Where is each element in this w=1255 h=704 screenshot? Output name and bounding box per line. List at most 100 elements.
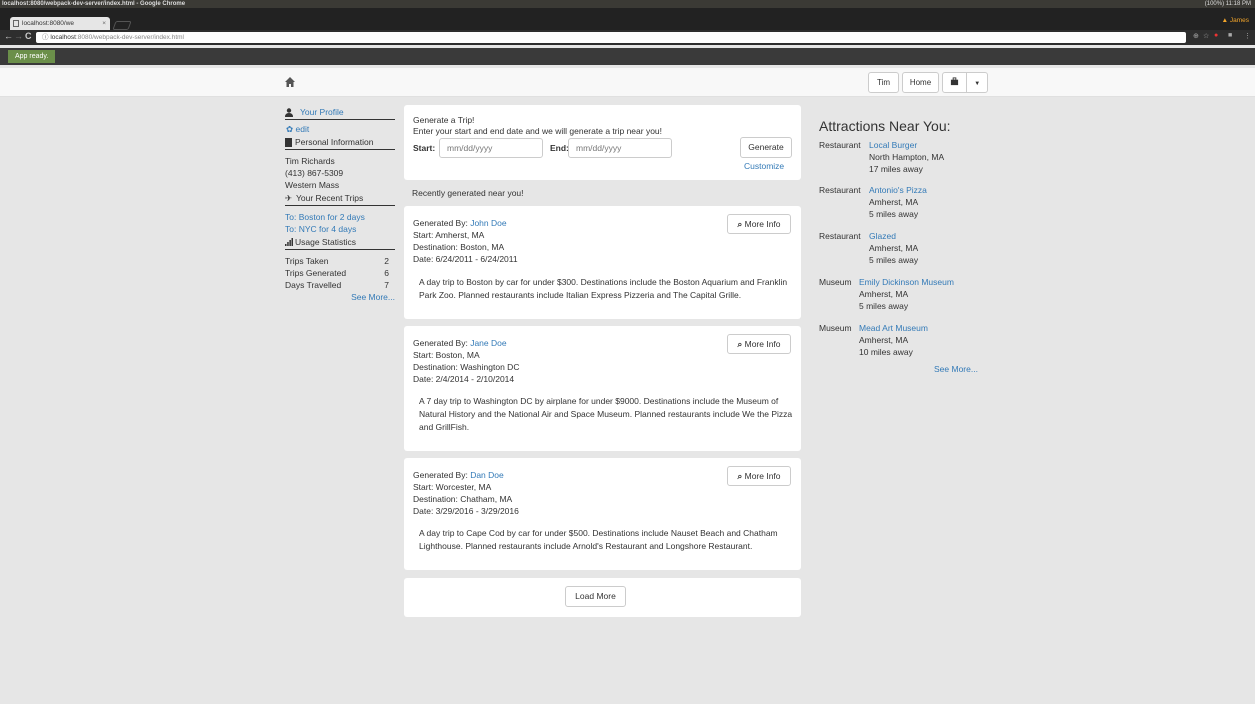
reload-icon[interactable]: C (25, 31, 32, 41)
bookmark-star-icon[interactable]: ☆ (1203, 32, 1209, 40)
generated-by-label: Generated By: (413, 338, 468, 348)
profile-header[interactable]: Your Profile (285, 106, 395, 120)
attraction-location: North Hampton, MA (869, 152, 945, 162)
window-title: localhost:8080/webpack-dev-server/index.… (2, 1, 186, 7)
recent-trip-link[interactable]: To: Boston for 2 days (285, 211, 395, 223)
stat-row: Days Travelled 7 (285, 279, 395, 291)
new-tab-button[interactable] (112, 21, 132, 30)
forward-icon[interactable]: → (14, 31, 23, 41)
attraction-link[interactable]: Glazed (869, 230, 918, 242)
zoom-icon[interactable]: ⊕ (1193, 32, 1199, 40)
start-date-input[interactable]: mm/dd/yyyy (439, 138, 543, 158)
author-link[interactable]: Jane Doe (470, 338, 506, 348)
stat-value: 2 (384, 256, 389, 266)
search-icon: ⌕ (737, 471, 743, 481)
customize-link[interactable]: Customize (744, 161, 784, 171)
attraction-link[interactable]: Local Burger (869, 139, 944, 151)
stats-see-more-link[interactable]: See More... (285, 291, 395, 303)
account-dropdown[interactable]: ▼ (942, 72, 988, 93)
status-message: App ready. (8, 50, 56, 63)
extension-icon[interactable]: ■ (1228, 32, 1232, 39)
generated-by-label: Generated By: (413, 470, 468, 480)
load-more-card: Load More (404, 578, 801, 617)
signal-bars-icon (285, 238, 293, 246)
attraction-type: Museum (819, 323, 852, 333)
attraction-link[interactable]: Antonio's Pizza (869, 184, 927, 196)
trip-description: A day trip to Cape Cod by car for under … (419, 528, 778, 551)
profile-link[interactable]: Your Profile (300, 107, 344, 117)
profile-phone: (413) 867-5309 (285, 168, 344, 178)
profile-button[interactable]: ▲ James (1222, 17, 1249, 24)
user-icon (285, 108, 293, 117)
edit-label: edit (295, 124, 310, 134)
attraction-link[interactable]: Emily Dickinson Museum (859, 276, 954, 288)
more-info-label: More Info (744, 219, 781, 229)
more-info-button[interactable]: ⌕ More Info (727, 466, 791, 486)
stat-row: Trips Generated 6 (285, 267, 395, 279)
more-info-label: More Info (744, 471, 781, 481)
stat-value: 7 (384, 280, 389, 290)
more-info-button[interactable]: ⌕ More Info (727, 334, 791, 354)
profile-region: Western Mass (285, 180, 340, 190)
page-icon (13, 20, 19, 27)
user-button[interactable]: Tim (868, 72, 899, 93)
gear-icon: ✿ (286, 124, 294, 134)
attraction-distance: 5 miles away (859, 301, 909, 311)
recent-trips-label: Your Recent Trips (296, 193, 364, 203)
search-icon: ⌕ (737, 339, 743, 349)
recent-trip-link[interactable]: To: NYC for 4 days (285, 223, 395, 235)
attraction-type: Restaurant (819, 231, 861, 241)
attractions-see-more-link[interactable]: See More... (934, 364, 978, 374)
personal-info-header: Personal Information (285, 136, 395, 150)
trip-date: Date: 6/24/2011 - 6/24/2011 (413, 254, 518, 264)
more-info-label: More Info (744, 339, 781, 349)
generate-trip-card: Generate a Trip! Enter your start and en… (404, 105, 801, 180)
trip-card: Generated By: John Doe Start: Amherst, M… (404, 206, 801, 319)
author-link[interactable]: Dan Doe (470, 470, 504, 480)
attraction-type: Restaurant (819, 185, 861, 195)
generate-subtitle: Enter your start and end date and we wil… (413, 126, 663, 136)
trip-card: Generated By: Dan Doe Start: Worcester, … (404, 458, 801, 570)
stat-label: Days Travelled (285, 280, 342, 290)
attraction-link[interactable]: Mead Art Museum (859, 322, 928, 334)
home-icon[interactable] (284, 76, 296, 88)
usage-stats-header: Usage Statistics (285, 236, 395, 250)
extension-icon[interactable]: ● (1214, 32, 1218, 39)
browser-tab[interactable]: localhost:8080/we × (10, 17, 110, 30)
os-title-bar: localhost:8080/webpack-dev-server/index.… (0, 0, 1255, 8)
trip-date: Date: 2/4/2014 - 2/10/2014 (413, 374, 515, 384)
author-link[interactable]: John Doe (470, 218, 506, 228)
load-more-button[interactable]: Load More (565, 586, 626, 607)
address-bar[interactable]: ⓘ localhost:8080/webpack-dev-server/inde… (36, 32, 1186, 43)
home-button[interactable]: Home (902, 72, 939, 93)
stat-value: 6 (384, 268, 389, 278)
trip-description: A day trip to Boston by car for under $3… (419, 277, 788, 300)
trip-date: Date: 3/29/2016 - 3/29/2016 (413, 506, 519, 516)
attraction-location: Amherst, MA (859, 289, 909, 299)
trip-description: A 7 day trip to Washington DC by airplan… (419, 396, 793, 432)
plane-icon: ✈ (285, 193, 293, 203)
attraction-type: Restaurant (819, 140, 861, 150)
back-icon[interactable]: ← (4, 31, 13, 41)
recent-trips-header: ✈ Your Recent Trips (285, 192, 395, 206)
generated-by-label: Generated By: (413, 218, 468, 228)
stat-row: Trips Taken 2 (285, 255, 395, 267)
menu-icon[interactable]: ⋮ (1244, 32, 1251, 40)
generate-button[interactable]: Generate (740, 137, 792, 158)
end-label: End: (550, 143, 569, 153)
edit-link[interactable]: ✿ edit (285, 123, 395, 135)
attraction-type: Museum (819, 277, 852, 287)
search-icon: ⌕ (737, 219, 743, 229)
close-icon[interactable]: × (102, 17, 106, 30)
trip-destination: Destination: Boston, MA (413, 242, 505, 252)
more-info-button[interactable]: ⌕ More Info (727, 214, 791, 234)
attraction-distance: 10 miles away (859, 347, 913, 357)
stat-label: Trips Generated (285, 268, 347, 278)
generate-title: Generate a Trip! (413, 115, 475, 125)
browser-tab-strip: localhost:8080/we × ▲ James (0, 8, 1255, 30)
end-date-input[interactable]: mm/dd/yyyy (568, 138, 672, 158)
stat-label: Trips Taken (285, 256, 329, 266)
trip-start: Start: Boston, MA (413, 350, 480, 360)
attraction-distance: 5 miles away (869, 209, 919, 219)
app-navbar: Tim Home ▼ (0, 68, 1255, 97)
